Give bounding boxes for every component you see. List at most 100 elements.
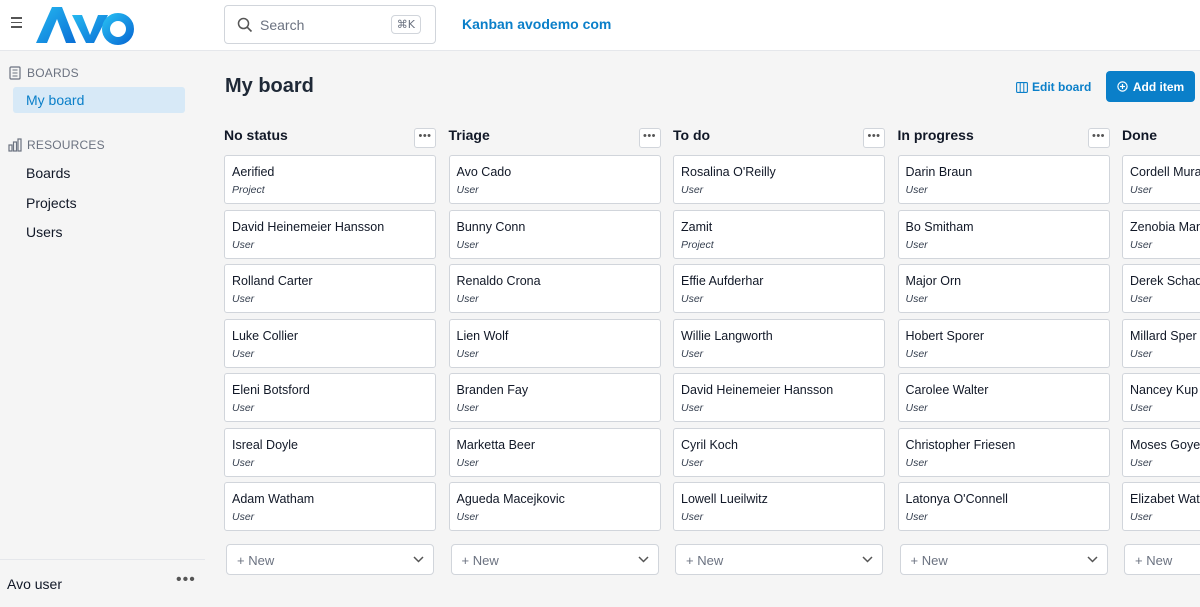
kanban-card[interactable]: Bunny Conn User — [448, 209, 661, 259]
card-title: Renaldo Crona — [456, 274, 541, 288]
card-title: Darin Braun — [905, 165, 973, 179]
card-title: Millard Sper — [1130, 328, 1197, 343]
columns-icon — [1016, 81, 1028, 93]
new-item-select[interactable]: + New — [450, 544, 659, 575]
card-type: User — [681, 184, 704, 196]
card-type: User — [681, 347, 704, 360]
column-menu-icon[interactable]: ••• — [863, 128, 885, 148]
new-item-select[interactable]: + New — [899, 544, 1108, 575]
kanban-card[interactable]: Christopher Friesen User — [897, 427, 1110, 477]
column-menu-icon[interactable]: ••• — [638, 128, 661, 148]
card-type: User — [681, 511, 704, 523]
card-title: Rolland Carter — [232, 274, 313, 288]
new-item-label: + New — [461, 553, 499, 568]
kanban-card[interactable]: Willie Langworth User — [673, 318, 885, 368]
kanban-card[interactable]: Nancey Kup User — [1122, 373, 1200, 422]
chevron-down-icon — [637, 556, 649, 563]
edit-board-button[interactable]: Edit board — [1016, 80, 1091, 94]
kanban-card[interactable]: Eleni Botsford User — [224, 373, 436, 422]
kanban-card[interactable]: Elizabet Wat User — [1122, 482, 1200, 531]
chevron-down-icon — [413, 556, 424, 563]
card-type: Project — [681, 238, 714, 251]
kanban-card[interactable]: Carolee Walter User — [897, 373, 1110, 422]
kanban-card[interactable]: Cordell Mura User — [1122, 155, 1200, 204]
kanban-card[interactable]: Branden Fay User — [448, 373, 661, 422]
kanban-card[interactable]: Moses Goye User — [1122, 427, 1200, 477]
kanban-card[interactable]: Derek Schad User — [1122, 264, 1200, 313]
card-type: User — [681, 402, 704, 414]
card-type: User — [456, 456, 479, 469]
card-type: User — [232, 347, 255, 360]
kanban-card[interactable]: Luke Collier User — [224, 318, 436, 368]
kanban-board: No status ••• Aerified Project David Heineme… — [224, 124, 1200, 607]
card-title: Adam Watham — [232, 492, 315, 506]
card-type: User — [232, 293, 255, 305]
search-icon — [237, 17, 253, 33]
card-title: Hobert Sporer — [905, 328, 985, 343]
kanban-card[interactable]: Cyril Koch User — [673, 427, 885, 477]
sidebar-item-boards[interactable]: Boards — [13, 160, 185, 186]
card-type: User — [1130, 238, 1153, 251]
kanban-card[interactable]: Renaldo Crona User — [448, 264, 661, 313]
kanban-card[interactable]: Rosalina O'Reilly User — [673, 155, 885, 204]
column-menu-icon[interactable]: ••• — [1087, 128, 1110, 148]
app-title-link[interactable]: Kanban avodemo com — [462, 16, 611, 32]
card-title: Effie Aufderhar — [681, 274, 764, 288]
kanban-card[interactable]: Aerified Project — [224, 155, 436, 204]
card-title: Branden Fay — [456, 383, 529, 397]
kanban-card[interactable]: Lien Wolf User — [448, 318, 661, 368]
kanban-card[interactable]: Isreal Doyle User — [224, 427, 436, 477]
sidebar-item-users[interactable]: Users — [13, 219, 185, 245]
kanban-card[interactable]: Effie Aufderhar User — [673, 264, 885, 313]
new-item-select[interactable]: + New — [1124, 544, 1200, 575]
kanban-card[interactable]: Adam Watham User — [224, 482, 436, 531]
card-title: Avo Cado — [456, 165, 512, 179]
kanban-card[interactable]: Hobert Sporer User — [897, 318, 1110, 368]
kanban-card[interactable]: Major Orn User — [897, 264, 1110, 313]
card-type: User — [232, 402, 255, 414]
kanban-card[interactable]: Agueda Macejkovic User — [448, 482, 661, 531]
card-title: Bunny Conn — [456, 219, 526, 234]
edit-board-label: Edit board — [1032, 80, 1092, 94]
card-title: Agueda Macejkovic — [456, 492, 565, 506]
column-menu-icon[interactable]: ••• — [414, 128, 436, 148]
user-menu-icon[interactable]: ••• — [176, 571, 196, 589]
kanban-card[interactable]: Lowell Lueilwitz User — [673, 482, 885, 531]
sidebar-item-projects[interactable]: Projects — [13, 190, 185, 216]
new-item-label: + New — [686, 553, 724, 568]
column-title: No status — [224, 127, 288, 143]
resources-icon — [8, 138, 22, 152]
menu-icon[interactable] — [11, 17, 22, 29]
card-type: User — [905, 402, 928, 414]
card-title: Major Orn — [905, 274, 962, 288]
kanban-card[interactable]: Bo Smitham User — [897, 209, 1110, 259]
search-input[interactable]: Search ⌘K — [224, 5, 436, 44]
new-item-select[interactable]: + New — [226, 544, 434, 575]
card-type: User — [1130, 511, 1153, 523]
avo-logo[interactable] — [34, 1, 134, 47]
kanban-card[interactable]: Latonya O'Connell User — [897, 482, 1110, 531]
card-title: Moses Goye — [1130, 437, 1200, 452]
kanban-card[interactable]: Zenobia Man User — [1122, 209, 1200, 259]
kanban-card[interactable]: David Heinemeier Hansson User — [673, 373, 885, 422]
sidebar-item-my-board[interactable]: My board — [13, 87, 185, 113]
new-item-select[interactable]: + New — [675, 544, 883, 575]
kanban-card[interactable]: Marketta Beer User — [448, 427, 661, 477]
page-title: My board — [225, 75, 314, 97]
kanban-column: To do ••• Rosalina O'Reilly User Zamit Projec… — [673, 124, 885, 607]
kanban-column: No status ••• Aerified Project David Heineme… — [224, 124, 436, 607]
card-type: User — [1130, 402, 1153, 414]
new-item-label: + New — [237, 553, 275, 568]
kanban-card[interactable]: Darin Braun User — [897, 155, 1110, 204]
kanban-column: Triage ••• Avo Cado User Bunny Conn User Renal… — [448, 124, 661, 607]
kanban-column: Done Cordell Mura User Zenobia Man User Derek… — [1122, 124, 1200, 607]
card-type: User — [1130, 347, 1153, 360]
kanban-card[interactable]: Zamit Project — [673, 209, 885, 259]
kanban-card[interactable]: Rolland Carter User — [224, 264, 436, 313]
kanban-card[interactable]: David Heinemeier Hansson User — [224, 209, 436, 259]
add-item-button[interactable]: Add item — [1106, 71, 1195, 102]
kanban-card[interactable]: Avo Cado User — [448, 155, 661, 204]
kanban-card[interactable]: Millard Sper User — [1122, 318, 1200, 368]
card-type: User — [1130, 456, 1153, 469]
card-type: User — [905, 184, 928, 196]
